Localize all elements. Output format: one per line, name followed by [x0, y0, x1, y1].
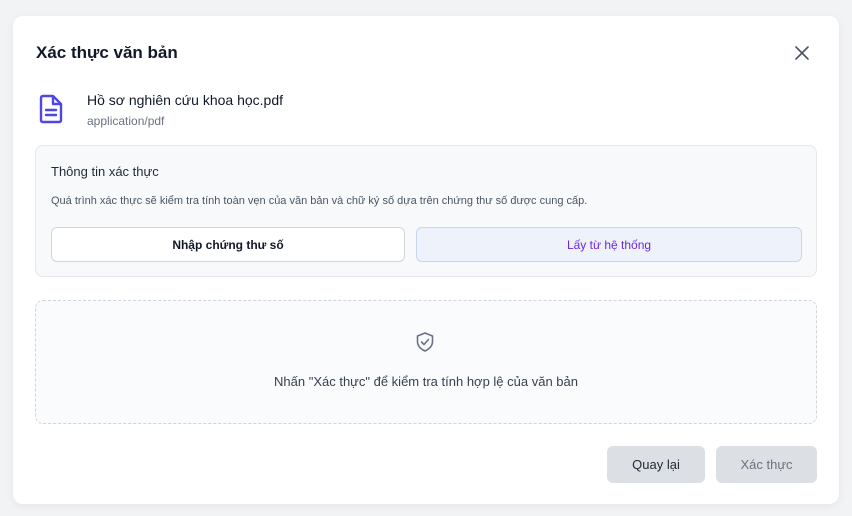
file-mime-type: application/pdf [87, 114, 165, 128]
get-from-system-button[interactable]: Lấy từ hệ thống [416, 227, 802, 262]
import-certificate-button[interactable]: Nhập chứng thư số [51, 227, 405, 262]
verify-button[interactable]: Xác thực [716, 446, 817, 483]
verification-info-description: Quá trình xác thực sẽ kiểm tra tính toàn… [51, 195, 588, 207]
back-button[interactable]: Quay lại [607, 446, 705, 483]
close-icon[interactable] [793, 44, 811, 62]
placeholder-text: Nhấn "Xác thực" để kiểm tra tính hợp lệ … [274, 374, 578, 389]
verification-result-placeholder: Nhấn "Xác thực" để kiểm tra tính hợp lệ … [35, 300, 817, 424]
document-icon [37, 94, 65, 124]
verification-info-title: Thông tin xác thực [51, 164, 159, 179]
file-name: Hồ sơ nghiên cứu khoa học.pdf [87, 92, 284, 108]
shield-check-icon [414, 331, 436, 353]
verification-info-panel: Thông tin xác thực Quá trình xác thực sẽ… [35, 145, 817, 277]
verify-document-dialog: Xác thực văn bản Hồ sơ nghiên cứu khoa h… [13, 16, 839, 504]
dialog-title: Xác thực văn bản [36, 43, 178, 62]
